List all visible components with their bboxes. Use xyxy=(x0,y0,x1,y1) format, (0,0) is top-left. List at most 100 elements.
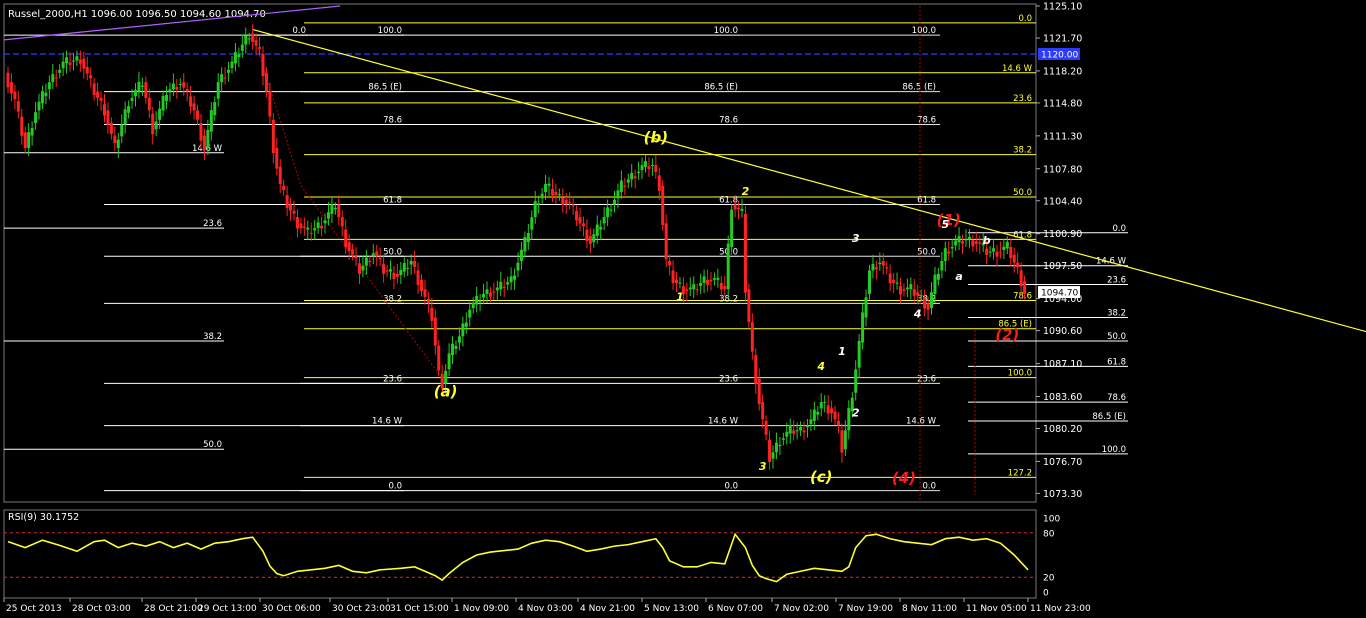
candle-body xyxy=(885,267,889,269)
rsi-level-label: 0 xyxy=(1043,589,1049,599)
candle-body xyxy=(854,369,858,393)
candle-body xyxy=(599,226,603,230)
candle-body xyxy=(843,430,847,450)
candle-body xyxy=(926,303,930,310)
price-tick-label: 1073.30 xyxy=(1043,489,1082,500)
time-tick-label: 4 Nov 21:00 xyxy=(580,604,635,614)
candle-body xyxy=(547,183,551,186)
candle-body xyxy=(847,408,851,431)
candle-body xyxy=(68,62,72,65)
candle-body xyxy=(85,66,89,74)
candle-body xyxy=(364,257,368,266)
candle-body xyxy=(657,175,661,191)
candle-body xyxy=(316,222,320,229)
candle-body xyxy=(881,260,885,266)
candle-body xyxy=(75,56,79,61)
wave-label: 5 xyxy=(941,218,949,231)
candle-body xyxy=(92,83,96,96)
candle-body xyxy=(516,262,520,271)
candle-body xyxy=(82,58,86,69)
candle-body xyxy=(895,282,899,284)
candle-body xyxy=(371,253,375,257)
candle-body xyxy=(413,260,417,268)
fib-mid2-label: 100.0 xyxy=(912,26,936,36)
time-tick-label: 6 Nov 07:00 xyxy=(708,604,763,614)
time-tick-label: 30 Oct 23:00 xyxy=(332,604,391,614)
candle-body xyxy=(406,267,410,269)
candle-body xyxy=(805,425,809,428)
candle-body xyxy=(223,77,227,79)
candle-body xyxy=(654,165,658,172)
candle-body xyxy=(96,91,100,98)
time-tick-label: 11 Nov 23:00 xyxy=(1030,604,1091,614)
candle-body xyxy=(151,113,155,135)
wave-label: 3 xyxy=(759,460,767,473)
candle-body xyxy=(261,53,265,77)
candle-body xyxy=(71,60,75,62)
candle-body xyxy=(416,270,420,285)
candle-body xyxy=(20,116,24,136)
candle-body xyxy=(578,217,582,224)
fib-mid-label: 14.6 W xyxy=(708,417,739,427)
time-tick-label: 8 Nov 11:00 xyxy=(902,604,957,614)
candle-body xyxy=(912,289,916,296)
candle-body xyxy=(189,96,193,107)
candle-body xyxy=(537,203,541,205)
candle-body xyxy=(699,282,703,287)
candle-body xyxy=(199,122,203,141)
candle-body xyxy=(196,110,200,120)
candle-body xyxy=(1005,241,1009,249)
candle-body xyxy=(471,302,475,309)
candle-body xyxy=(878,262,882,265)
candle-body xyxy=(954,240,958,246)
candle-body xyxy=(967,236,971,240)
candle-body xyxy=(240,44,244,51)
candle-body xyxy=(747,289,751,323)
candle-body xyxy=(781,438,785,440)
fib-mid2-label: 78.6 xyxy=(917,116,936,126)
candle-body xyxy=(27,132,31,149)
candle-body xyxy=(58,69,62,73)
wave-label: 3 xyxy=(852,232,860,245)
price-tick-label: 1090.60 xyxy=(1043,326,1082,337)
wave-label: 4 xyxy=(816,360,825,373)
fib-right-label: 50.0 xyxy=(1107,332,1126,342)
candle-body xyxy=(426,298,430,303)
candle-body xyxy=(947,251,951,254)
candle-body xyxy=(768,439,772,462)
candle-body xyxy=(836,420,840,426)
candle-body xyxy=(675,279,679,283)
candle-body xyxy=(816,411,820,415)
candle-body xyxy=(16,101,20,112)
candle-body xyxy=(540,193,544,199)
fib-yellow-label: 38.2 xyxy=(1013,146,1032,156)
candle-body xyxy=(561,197,565,205)
candle-body xyxy=(1016,262,1020,268)
candle-body xyxy=(550,188,554,196)
fib-mid2-label: 0.0 xyxy=(922,482,936,492)
candle-body xyxy=(140,85,144,87)
candle-body xyxy=(54,77,58,79)
candle-body xyxy=(840,430,844,453)
candle-body xyxy=(712,278,716,280)
candle-body xyxy=(378,257,382,260)
candle-body xyxy=(1009,246,1013,259)
price-tick-label: 1097.50 xyxy=(1043,261,1082,272)
candle-body xyxy=(251,33,255,42)
candle-body xyxy=(347,242,351,251)
candle-body xyxy=(592,234,596,243)
fib-mid-label: 23.6 xyxy=(719,374,738,384)
candle-body xyxy=(630,172,634,180)
candle-body xyxy=(544,184,548,192)
price-chart[interactable]: Russel_2000,H1 1096.00 1096.50 1094.60 1… xyxy=(0,0,1366,618)
candle-body xyxy=(306,227,310,230)
candle-body xyxy=(433,317,437,346)
candle-body xyxy=(478,300,482,302)
wave-label: 4 xyxy=(913,307,922,320)
candle-body xyxy=(209,110,213,132)
candle-body xyxy=(185,89,189,92)
candle-body xyxy=(34,112,38,123)
candle-body xyxy=(526,233,530,243)
price-tick-label: 1121.70 xyxy=(1043,33,1082,44)
fib-right-label: 23.6 xyxy=(1107,276,1126,286)
